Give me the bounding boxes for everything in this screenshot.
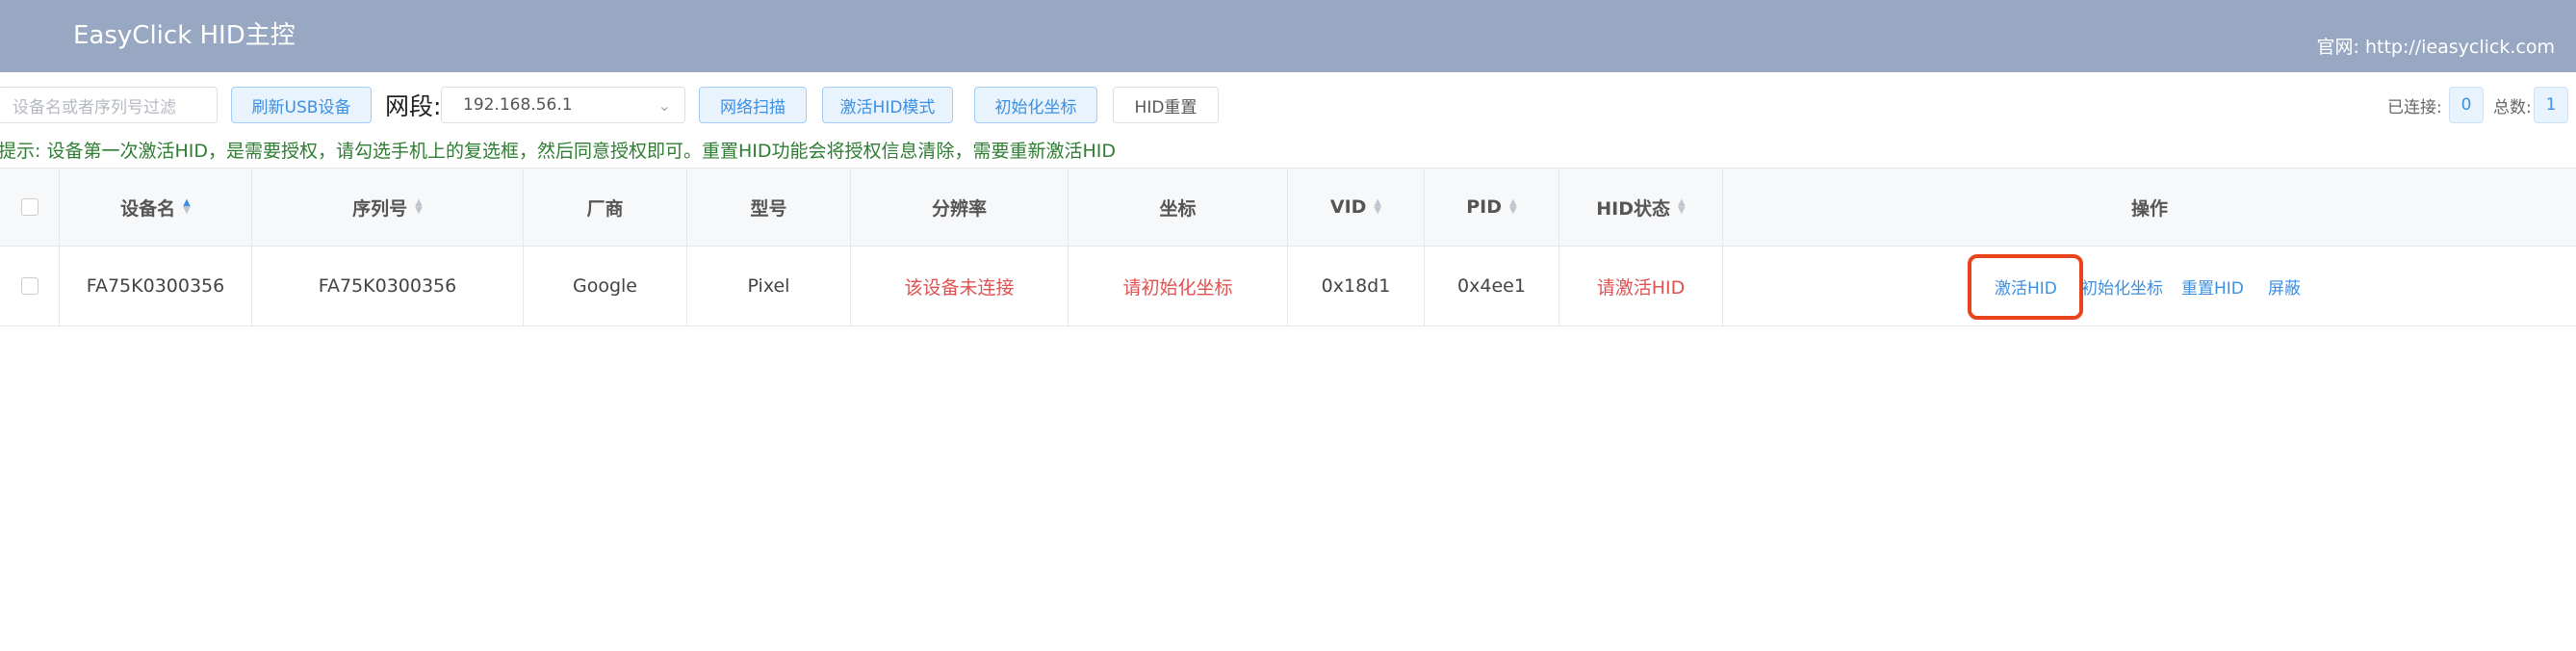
header-serial-label: 序列号: [352, 197, 408, 220]
connected-count-badge: 0: [2449, 87, 2484, 123]
segment-select[interactable]: 192.168.56.1 ⌄: [441, 87, 685, 123]
device-filter-input[interactable]: 设备名或者序列号过滤: [0, 87, 218, 123]
select-all-cell: [0, 169, 60, 246]
header-vid-label: VID: [1329, 196, 1367, 218]
header-hid-status[interactable]: HID状态 ▲ ▼: [1559, 169, 1723, 246]
block-link[interactable]: 屏蔽: [2268, 247, 2301, 326]
segment-label: 网段:: [385, 92, 442, 120]
header-actions: 操作: [2130, 197, 2168, 220]
cell-vid: 0x18d1: [1288, 247, 1425, 326]
init-coords-link[interactable]: 初始化坐标: [2081, 247, 2163, 326]
cell-device-name: FA75K0300356: [60, 247, 252, 326]
header-pid-label: PID: [1466, 196, 1503, 218]
connected-label: 已连接:: [2387, 97, 2442, 117]
cell-hid-status: 请激活HID: [1559, 247, 1723, 326]
header-vendor: 厂商: [524, 169, 687, 246]
device-table: 设备名 ▲ ▼ 序列号 ▲ ▼ 厂商 型号 分辨率 坐标 VID ▲ ▼ PID ▲ ▼…: [0, 168, 2576, 326]
chevron-down-icon: ⌄: [657, 96, 671, 115]
sort-icon[interactable]: ▲ ▼: [1509, 198, 1517, 216]
header-pid[interactable]: PID ▲ ▼: [1425, 169, 1559, 246]
init-coords-button[interactable]: 初始化坐标: [974, 87, 1097, 123]
header-model: 型号: [687, 169, 851, 246]
segment-select-value: 192.168.56.1: [463, 95, 573, 115]
sort-icon[interactable]: ▲ ▼: [183, 198, 191, 216]
activate-hid-link[interactable]: 激活HID: [1995, 247, 2057, 326]
table-header-row: 设备名 ▲ ▼ 序列号 ▲ ▼ 厂商 型号 分辨率 坐标 VID ▲ ▼ PID ▲ ▼…: [0, 168, 2576, 247]
sort-icon[interactable]: ▲ ▼: [1374, 198, 1381, 216]
total-count-badge: 1: [2534, 87, 2568, 123]
cell-resolution: 该设备未连接: [851, 247, 1069, 326]
select-all-checkbox[interactable]: [20, 198, 39, 216]
sort-icon[interactable]: ▲ ▼: [415, 198, 423, 216]
table-row: FA75K0300356 FA75K0300356 Google Pixel 该…: [0, 247, 2576, 326]
activate-hid-mode-button[interactable]: 激活HID模式: [822, 87, 953, 123]
toolbar: 设备名或者序列号过滤 刷新USB设备 网段: 192.168.56.1 ⌄ 网络…: [0, 87, 2576, 125]
row-checkbox[interactable]: [20, 277, 39, 295]
header-resolution: 分辨率: [851, 169, 1069, 246]
cell-pid: 0x4ee1: [1425, 247, 1559, 326]
app-header: EasyClick HID主控 官网: http://ieasyclick.co…: [0, 0, 2576, 72]
network-scan-button[interactable]: 网络扫描: [699, 87, 807, 123]
reset-hid-link[interactable]: 重置HID: [2181, 247, 2244, 326]
header-serial[interactable]: 序列号 ▲ ▼: [252, 169, 524, 246]
header-vid[interactable]: VID ▲ ▼: [1288, 169, 1425, 246]
cell-coords: 请初始化坐标: [1069, 247, 1288, 326]
hid-reset-button[interactable]: HID重置: [1113, 87, 1219, 123]
app-title: EasyClick HID主控: [73, 21, 296, 50]
header-device-name-label: 设备名: [120, 197, 176, 220]
sort-icon[interactable]: ▲ ▼: [1678, 198, 1686, 216]
total-label: 总数:: [2493, 97, 2532, 117]
cell-vendor: Google: [524, 247, 687, 326]
refresh-usb-button[interactable]: 刷新USB设备: [231, 87, 372, 123]
row-select-cell: [0, 247, 60, 326]
official-site-link[interactable]: 官网: http://ieasyclick.com: [2317, 33, 2555, 59]
cell-serial: FA75K0300356: [252, 247, 524, 326]
hint-text: 提示: 设备第一次激活HID，是需要授权，请勾选手机上的复选框，然后同意授权即可…: [0, 141, 1117, 162]
cell-actions: 激活HID 初始化坐标 重置HID 屏蔽: [1723, 247, 2576, 326]
header-hid-status-label: HID状态: [1596, 197, 1671, 220]
header-device-name[interactable]: 设备名 ▲ ▼: [60, 169, 252, 246]
cell-model: Pixel: [687, 247, 851, 326]
header-coords: 坐标: [1069, 169, 1288, 246]
